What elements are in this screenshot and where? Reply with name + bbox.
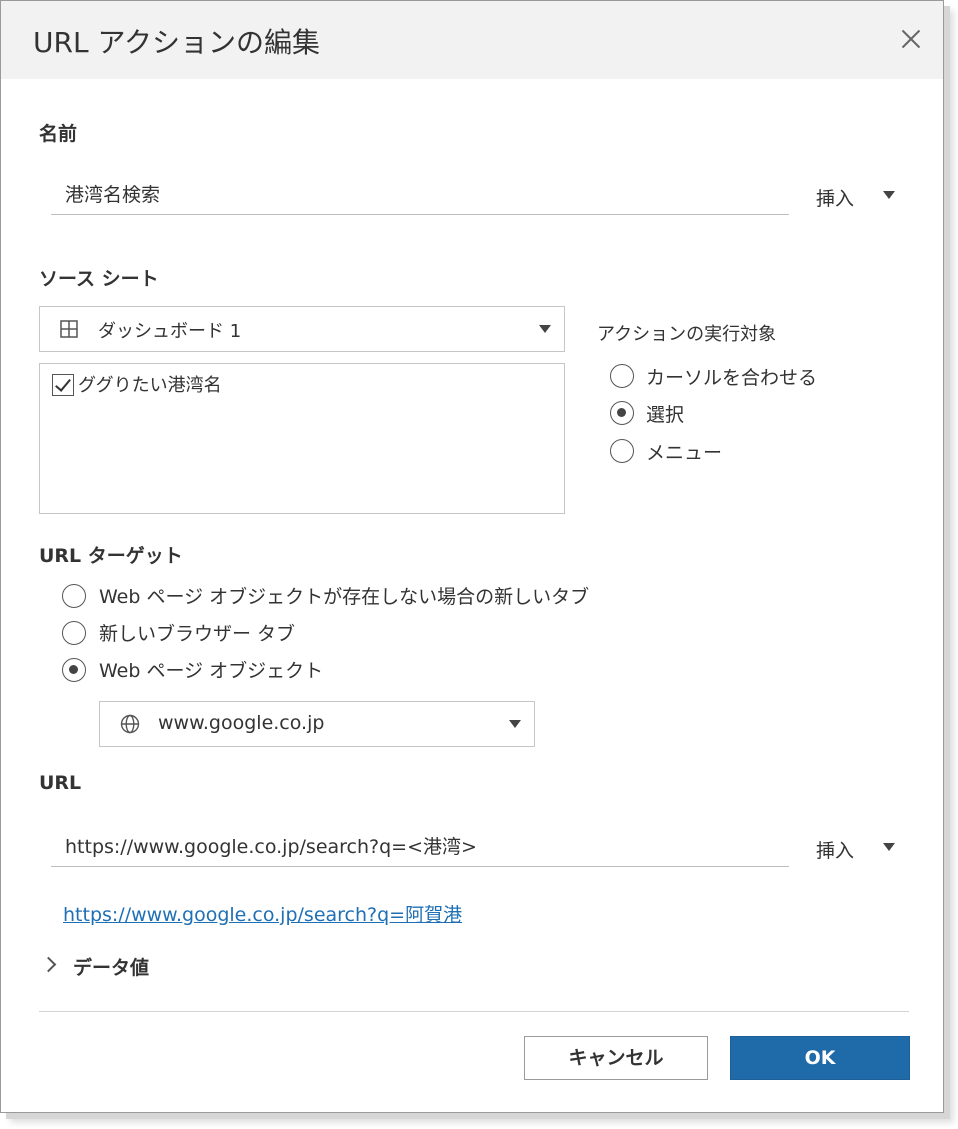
close-icon[interactable] xyxy=(897,25,925,53)
sheet-list: ググりたい港湾名 xyxy=(39,363,565,514)
web-object-value: www.google.co.jp xyxy=(158,712,325,734)
caret-down-icon xyxy=(539,325,551,333)
url-input[interactable] xyxy=(51,825,789,867)
ok-button[interactable]: OK xyxy=(730,1036,910,1080)
caret-down-icon[interactable] xyxy=(883,191,895,199)
radio-menu[interactable] xyxy=(610,439,634,463)
radio-hover[interactable] xyxy=(610,364,634,388)
source-sheet-value: ダッシュボード 1 xyxy=(98,321,242,342)
radio-menu-label[interactable]: メニュー xyxy=(646,438,722,465)
radio-select[interactable] xyxy=(610,401,634,425)
source-sheet-label: ソース シート xyxy=(39,268,159,290)
url-target-label: URL ターゲット xyxy=(39,545,183,567)
cancel-button[interactable]: キャンセル xyxy=(524,1036,708,1080)
caret-down-icon xyxy=(509,720,521,728)
globe-icon xyxy=(120,714,140,734)
dialog-titlebar: URL アクションの編集 xyxy=(1,1,943,79)
grid-icon xyxy=(60,320,78,338)
dialog-title: URL アクションの編集 xyxy=(33,26,321,59)
radio-new-tab-if-none-label[interactable]: Web ページ オブジェクトが存在しない場合の新しいタブ xyxy=(99,582,589,609)
url-label: URL xyxy=(39,772,82,794)
radio-new-browser-tab[interactable] xyxy=(62,621,86,645)
web-object-dropdown[interactable]: www.google.co.jp xyxy=(99,701,535,747)
radio-new-tab-if-none[interactable] xyxy=(62,584,86,608)
name-insert-menu[interactable]: 挿入 xyxy=(816,184,854,211)
caret-down-icon[interactable] xyxy=(883,843,895,851)
edit-url-action-dialog: URL アクションの編集 名前 挿入 ソース シート ダッシュボード 1 ググり… xyxy=(0,0,944,1113)
name-label: 名前 xyxy=(39,123,78,145)
radio-web-page-object[interactable] xyxy=(62,658,86,682)
url-preview-link[interactable]: https://www.google.co.jp/search?q=阿賀港 xyxy=(63,900,462,927)
sheet-item-label[interactable]: ググりたい港湾名 xyxy=(78,371,222,397)
name-input[interactable] xyxy=(51,173,789,215)
source-sheet-dropdown[interactable]: ダッシュボード 1 xyxy=(39,306,565,352)
run-action-on-label: アクションの実行対象 xyxy=(597,324,777,345)
radio-web-page-object-label[interactable]: Web ページ オブジェクト xyxy=(99,656,323,683)
radio-new-browser-tab-label[interactable]: 新しいブラウザー タブ xyxy=(99,619,295,646)
radio-hover-label[interactable]: カーソルを合わせる xyxy=(646,363,817,390)
data-values-toggle[interactable]: データ値 xyxy=(73,953,149,980)
sheet-checkbox[interactable] xyxy=(52,374,74,396)
chevron-right-icon[interactable] xyxy=(40,956,57,973)
footer-divider xyxy=(39,1011,909,1012)
url-insert-menu[interactable]: 挿入 xyxy=(816,836,854,863)
radio-select-label[interactable]: 選択 xyxy=(646,400,684,427)
